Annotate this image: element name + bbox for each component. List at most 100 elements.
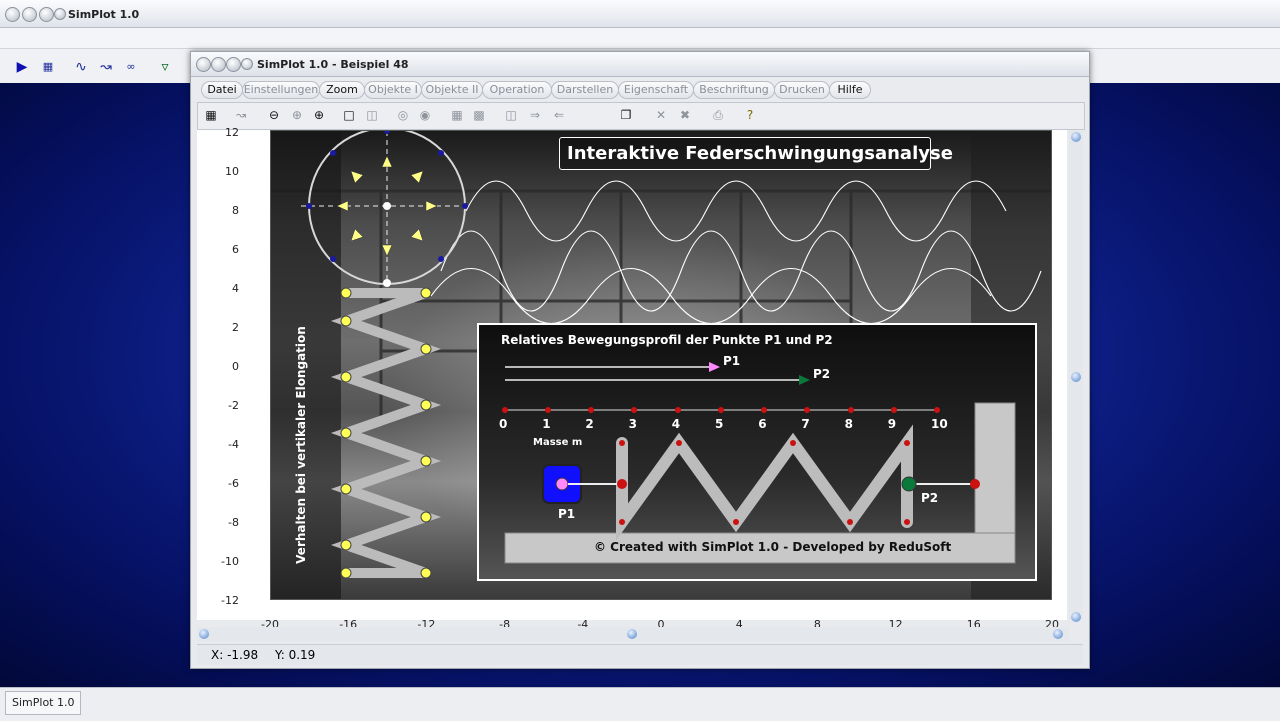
window-maximize-button[interactable] — [226, 57, 241, 72]
scale-label: 3 — [628, 417, 637, 431]
calculator-icon[interactable]: ▦ — [203, 107, 219, 123]
outer-window-title: SimPlot 1.0 — [68, 8, 140, 21]
scale-label: 7 — [801, 417, 810, 431]
menu-datei[interactable]: Datei — [201, 81, 243, 99]
table-icon[interactable]: ▦ — [38, 57, 58, 77]
y-coordinate: Y: 0.19 — [275, 648, 316, 662]
scroll-right-button[interactable] — [1053, 629, 1063, 639]
y-tick-label: -6 — [228, 477, 239, 490]
delete-icon[interactable]: ✕ — [653, 107, 669, 123]
menu-eigenschaft[interactable]: Eigenschaft — [618, 81, 694, 99]
menu-objekte-i[interactable]: Objekte I — [364, 81, 422, 99]
scroll-down-button[interactable] — [1071, 612, 1081, 622]
zoom-icon[interactable]: ⊕ — [289, 107, 305, 123]
scale-label: 0 — [499, 417, 508, 431]
menu-einstellungen[interactable]: Einstellungen — [242, 81, 320, 99]
arrow-left-icon[interactable]: ⇐ — [551, 107, 567, 123]
circle-frame-icon[interactable]: ◎ — [395, 107, 411, 123]
close-button[interactable] — [5, 7, 20, 22]
play-icon[interactable]: ▶ — [12, 57, 32, 77]
menu-objekte-ii[interactable]: Objekte II — [421, 81, 483, 99]
vertical-spring — [330, 288, 442, 578]
p2-label: P2 — [921, 491, 939, 505]
y-tick-label: -10 — [221, 555, 239, 568]
menu-hilfe[interactable]: Hilfe — [829, 81, 871, 99]
scale-label: 1 — [542, 417, 551, 431]
y-tick-label: -12 — [221, 594, 239, 607]
plot-toolbar: ▦ ↝ ⊖ ⊕ ⊕ □ ◫ ◎ ◉ ▦ ▩ ◫ ⇒ ⇐ ❐ ✕ ✖ ⎙ ? — [197, 102, 1085, 130]
scale-label: 5 — [715, 417, 724, 431]
vertical-scrollbar[interactable] — [1069, 130, 1083, 622]
arrow-right-icon[interactable]: ⇒ — [527, 107, 543, 123]
vertical-scroll-thumb[interactable] — [1071, 372, 1081, 382]
window-close-button[interactable] — [196, 57, 211, 72]
credit-text: © Created with SimPlot 1.0 - Developed b… — [594, 540, 952, 554]
y-tick-label: 10 — [225, 165, 239, 178]
print-icon[interactable]: ⎙ — [710, 107, 726, 123]
x-coordinate: X: -1.98 — [211, 648, 259, 662]
app-icon — [54, 8, 66, 20]
y-tick-label: -8 — [228, 516, 239, 529]
polar-graph-icon[interactable]: ∞ — [121, 57, 141, 77]
menu-drucken[interactable]: Drucken — [774, 81, 830, 99]
scale-label: 4 — [671, 417, 681, 431]
scroll-up-button[interactable] — [1071, 132, 1081, 142]
line-graph-icon[interactable]: ∿ — [71, 57, 91, 77]
scale-label: 9 — [887, 417, 897, 431]
taskbar: SimPlot 1.0 — [0, 687, 1280, 721]
zoom-out-icon[interactable]: ⊖ — [266, 107, 282, 123]
horizontal-scrollbar[interactable] — [197, 627, 1069, 641]
plot-area[interactable]: 12 10 8 6 4 2 0 -2 -4 -6 -8 -10 -12 -20 -16 -12 -8 -4 0 4 8… — [197, 126, 1067, 631]
scroll-left-button[interactable] — [199, 629, 209, 639]
y-tick-label: -4 — [228, 438, 239, 451]
minimize-button[interactable] — [22, 7, 37, 22]
y-tick-label: 6 — [232, 243, 239, 256]
window-minimize-button[interactable] — [211, 57, 226, 72]
p1-label: P1 — [558, 507, 576, 521]
horizontal-scroll-thumb[interactable] — [627, 629, 637, 639]
filter-icon[interactable]: ▿ — [155, 57, 175, 77]
delete-all-icon[interactable]: ✖ — [677, 107, 693, 123]
scale-label: 2 — [585, 417, 594, 431]
status-bar: X: -1.98 Y: 0.19 — [197, 644, 1083, 665]
y-tick-label: 0 — [232, 360, 239, 373]
y-tick-label: 2 — [232, 321, 239, 334]
taskbar-simplot-button[interactable]: SimPlot 1.0 — [5, 691, 81, 715]
y-tick-label: 8 — [232, 204, 239, 217]
menu-beschriftung[interactable]: Beschriftung — [693, 81, 775, 99]
zoom-in-icon[interactable]: ⊕ — [311, 107, 327, 123]
image-icon[interactable]: ▩ — [471, 107, 487, 123]
menu-darstellen[interactable]: Darstellen — [551, 81, 619, 99]
y-tick-label: 4 — [232, 282, 239, 295]
background-photo: Interaktive Federschwingungsanalyse Verh… — [270, 130, 1052, 600]
help-icon[interactable]: ? — [742, 107, 758, 123]
paste-icon[interactable]: ◫ — [503, 107, 519, 123]
y-tick-label: -2 — [228, 399, 239, 412]
p1-arrow-label: P1 — [723, 354, 741, 368]
menu-zoom[interactable]: Zoom — [319, 81, 365, 99]
copy-icon[interactable]: ❐ — [618, 107, 634, 123]
title-box: Interaktive Federschwingungsanalyse — [559, 137, 953, 170]
plot-window-title: SimPlot 1.0 - Beispiel 48 — [257, 58, 409, 71]
y-tick-label: 12 — [225, 126, 239, 139]
grid-icon[interactable]: ▦ — [449, 107, 465, 123]
menu-operation[interactable]: Operation — [482, 81, 552, 99]
target-icon[interactable]: ◉ — [417, 107, 433, 123]
copy-frame-icon[interactable]: ◫ — [364, 107, 380, 123]
vertical-elongation-label: Verhalten bei vertikaler Elongation — [294, 326, 308, 564]
parametric-graph-icon[interactable]: ↝ — [96, 57, 116, 77]
rectangle-icon[interactable]: □ — [341, 107, 357, 123]
outer-title-bar: SimPlot 1.0 — [0, 0, 1280, 28]
window-app-icon — [241, 58, 253, 70]
mass-label: Masse m — [533, 437, 583, 448]
plot-window-title-bar: SimPlot 1.0 - Beispiel 48 — [191, 52, 1089, 77]
outer-menu-bar — [0, 28, 1280, 49]
scale-label: 8 — [844, 417, 853, 431]
function-icon[interactable]: ↝ — [233, 107, 249, 123]
scale-label: 10 — [931, 417, 948, 431]
maximize-button[interactable] — [39, 7, 54, 22]
motion-profile-panel: Relatives Bewegungsprofil der Punkte P1 … — [477, 323, 1037, 581]
scale-label: 6 — [758, 417, 767, 431]
p2-arrow-label: P2 — [813, 367, 831, 381]
plot-window: SimPlot 1.0 - Beispiel 48 Datei Einstellu… — [190, 51, 1090, 669]
